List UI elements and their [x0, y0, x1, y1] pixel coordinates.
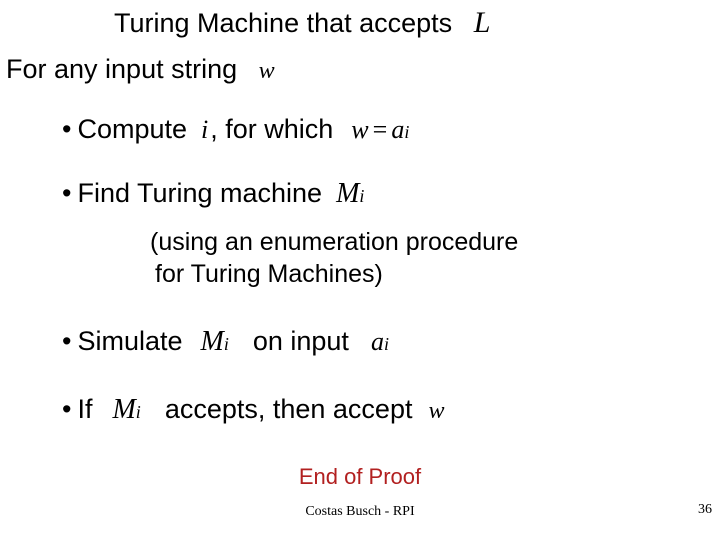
bullet-find-sub2: for Turing Machines): [155, 260, 383, 289]
symbol-M-sub: i: [224, 334, 229, 355]
symbol-M-sub: i: [359, 186, 364, 207]
sub-text-2: for Turing Machines): [155, 260, 383, 288]
page-number: 36: [698, 502, 712, 518]
eq-equals: =: [373, 115, 388, 145]
bullet-dot: •: [62, 178, 71, 209]
eq-w: w: [351, 115, 368, 145]
symbol-M: M: [336, 178, 359, 210]
bullet-text: Simulate: [77, 326, 182, 357]
bullet-dot: •: [62, 114, 71, 145]
eq-sup-i: i: [404, 122, 409, 143]
bullet-dot: •: [62, 394, 71, 425]
bullet-find-sub1: (using an enumeration procedure: [150, 228, 518, 257]
subtitle-line: For any input string w: [6, 54, 275, 85]
bullet-text: If: [77, 394, 92, 425]
end-proof-text: End of Proof: [299, 464, 421, 489]
symbol-w: w: [428, 398, 444, 425]
symbol-sup-i: i: [384, 334, 389, 355]
sub-text-1: (using an enumeration procedure: [150, 228, 518, 256]
title-line: Turing Machine that accepts L: [114, 6, 490, 40]
symbol-M: M: [112, 394, 135, 426]
slide: Turing Machine that accepts L For any in…: [0, 0, 720, 540]
symbol-M: M: [201, 326, 224, 358]
bullet-dot: •: [62, 326, 71, 357]
title-text: Turing Machine that accepts: [114, 8, 452, 38]
symbol-M-sub: i: [136, 402, 141, 423]
footer: Costas Busch - RPI: [0, 504, 720, 520]
bullet-text-2: accepts, then accept: [165, 394, 413, 425]
bullet-text-2: , for which: [210, 114, 333, 145]
symbol-i: i: [201, 115, 208, 145]
eq-a: a: [391, 115, 404, 145]
bullet-find: • Find Turing machine Mi: [62, 178, 364, 210]
bullet-text: Find Turing machine: [77, 178, 322, 209]
bullet-text-2: on input: [253, 326, 349, 357]
bullet-text: Compute: [77, 114, 187, 145]
symbol-a: a: [371, 327, 384, 357]
bullet-compute: • Compute i , for which w = ai: [62, 114, 409, 145]
footer-text: Costas Busch - RPI: [305, 504, 414, 519]
bullet-if: • If Mi accepts, then accept w: [62, 394, 444, 426]
subtitle-text: For any input string: [6, 54, 237, 84]
end-of-proof: End of Proof: [0, 464, 720, 490]
bullet-simulate: • Simulate Mi on input ai: [62, 326, 389, 358]
symbol-L: L: [474, 6, 491, 40]
symbol-w: w: [259, 58, 275, 85]
pagenum-text: 36: [698, 502, 712, 517]
